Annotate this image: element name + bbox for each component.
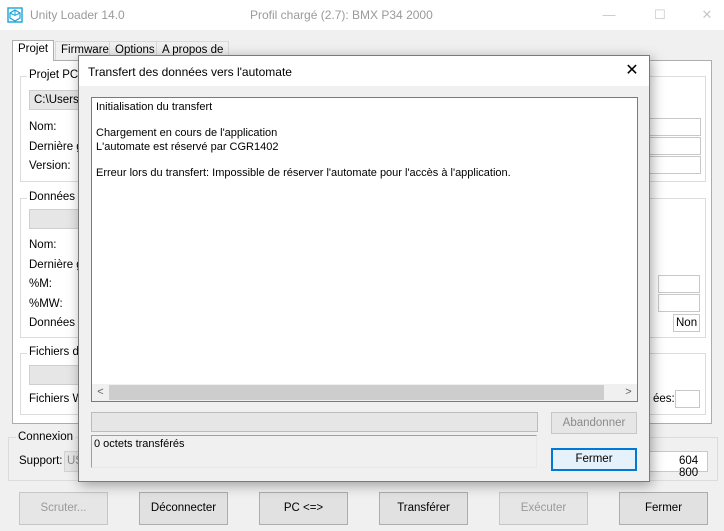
profile-title: Profil chargé (2.7): BMX P34 2000 <box>250 8 433 22</box>
horizontal-scrollbar[interactable]: < > <box>92 384 637 401</box>
scroll-right-icon[interactable]: > <box>620 384 637 401</box>
donnees-nom-label: Nom: <box>29 239 57 251</box>
scrollbar-thumb[interactable] <box>109 385 604 400</box>
fichiers-ees-label: ées: <box>653 393 675 405</box>
transfer-log[interactable]: Initialisation du transfert Chargement e… <box>91 97 638 402</box>
projet-nom-field <box>649 118 701 136</box>
pct-m-field <box>658 275 700 293</box>
pc-automate-button[interactable]: PC <=> Automate <box>259 492 348 525</box>
scroll-left-icon[interactable]: < <box>92 384 109 401</box>
dialog-title: Transfert des données vers l'automate <box>88 65 292 79</box>
baud-rate-field[interactable]: 604 800 <box>648 451 708 479</box>
projet-nom-label: Nom: <box>29 121 57 133</box>
donnees-r-value: Non <box>676 317 698 329</box>
fichiers-ees-field <box>675 390 700 408</box>
projet-version-label: Version: <box>29 160 71 172</box>
close-window-button[interactable]: ✕ <box>693 4 721 26</box>
baud-rate-value: 604 800 <box>679 455 699 479</box>
abandonner-button[interactable]: Abandonner <box>551 412 637 434</box>
projet-derniere-field <box>649 137 701 155</box>
projet-pc-path-value: C:\Users\ <box>34 94 82 106</box>
support-label: Support: <box>19 455 63 467</box>
donnees-r-label: Données r <box>29 317 83 329</box>
projet-derniere-label: Dernière g <box>29 141 83 153</box>
projet-version-field <box>649 156 701 174</box>
transfer-log-text: Initialisation du transfert Chargement e… <box>96 101 511 180</box>
transfer-dialog: Transfert des données vers l'automate ✕ … <box>78 55 650 482</box>
donnees-r-field: Non <box>673 314 700 332</box>
unity-loader-icon <box>7 7 23 23</box>
dialog-title-bar: Transfert des données vers l'automate ✕ <box>79 56 649 86</box>
minimize-button[interactable]: — <box>595 4 623 26</box>
transfer-status: 0 octets transférés <box>91 435 537 468</box>
donnees-derniere-label: Dernière g <box>29 259 83 271</box>
transferer-button[interactable]: Transférer <box>379 492 468 525</box>
fichiers-w-label: Fichiers W <box>29 393 84 405</box>
pct-mw-field <box>658 294 700 312</box>
connexion-group-title: Connexion <box>16 431 75 443</box>
fermer-main-button[interactable]: Fermer <box>619 492 708 525</box>
pct-mw-label: %MW: <box>29 298 63 310</box>
executer-button[interactable]: Exécuter <box>499 492 588 525</box>
maximize-button[interactable]: ☐ <box>646 4 674 26</box>
pct-m-label: %M: <box>29 278 52 290</box>
scruter-button[interactable]: Scruter... <box>19 492 108 525</box>
transfer-progress-bar <box>91 412 538 432</box>
dialog-close-icon[interactable]: ✕ <box>619 59 645 83</box>
title-bar: Unity Loader 14.0 Profil chargé (2.7): B… <box>0 0 724 30</box>
deconnecter-button[interactable]: Déconnecter <box>139 492 228 525</box>
app-title: Unity Loader 14.0 <box>30 8 125 22</box>
projet-pc-group-title: Projet PC <box>27 69 81 81</box>
tab-projet[interactable]: Projet <box>12 40 55 61</box>
fermer-dialog-button[interactable]: Fermer <box>551 448 637 471</box>
